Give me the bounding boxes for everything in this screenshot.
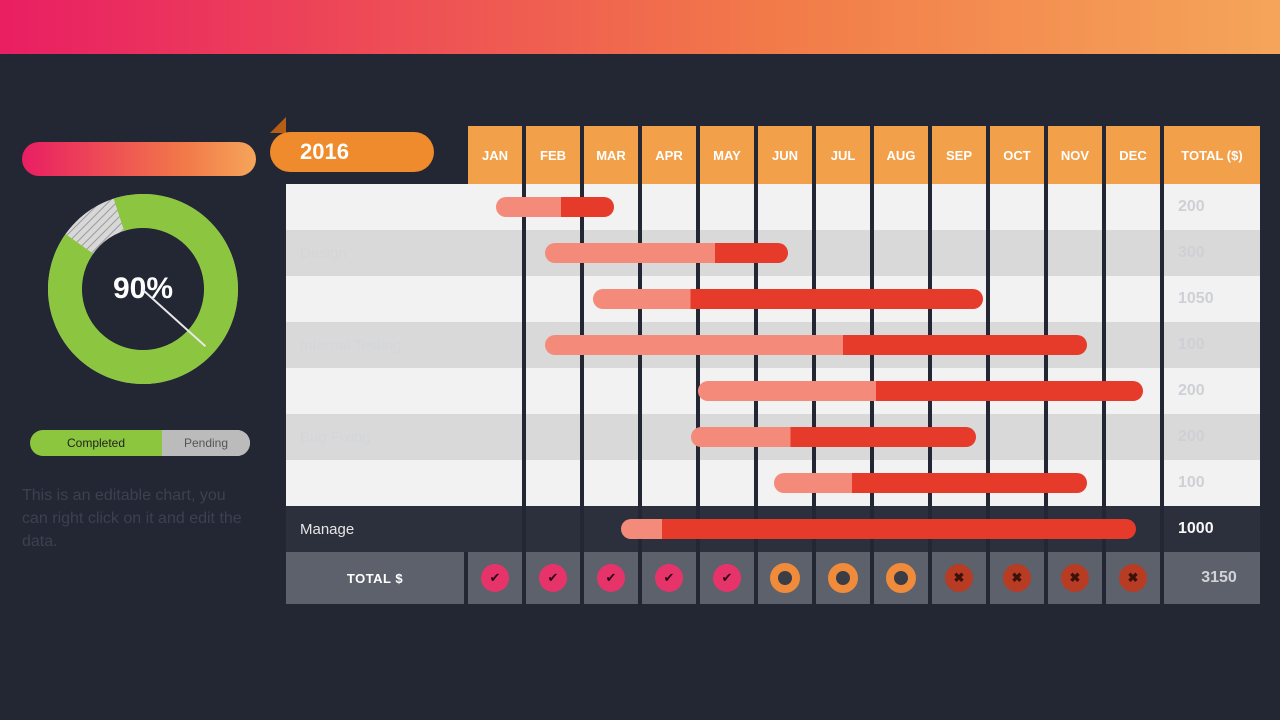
row-cells (468, 184, 1164, 230)
row-label: Internal Testing (286, 322, 468, 368)
check-icon: ✔ (655, 564, 683, 592)
top-gradient-bar (0, 0, 1280, 54)
chart-caption: This is an editable chart, you can right… (22, 484, 252, 554)
gantt-bar (774, 473, 1087, 493)
month-header: MAR (584, 126, 638, 184)
progress-ring-icon (770, 563, 800, 593)
month-status-cell: ✖ (1048, 552, 1102, 604)
year-badge: 2016 (286, 126, 468, 184)
gantt-row: Bug Fixing 200 (286, 414, 1260, 460)
row-total: 200 (1164, 184, 1260, 230)
row-total: 200 (1164, 368, 1260, 414)
gantt-header: 2016 JANFEBMARAPRMAYJUNJULAUGSEPOCTNOVDE… (286, 126, 1260, 184)
month-status-cell: ✖ (1106, 552, 1160, 604)
row-label (286, 276, 468, 322)
month-status-cell: ✔ (642, 552, 696, 604)
month-header: SEP (932, 126, 986, 184)
completion-donut: 90% (48, 194, 238, 384)
row-label (286, 368, 468, 414)
row-total: 1050 (1164, 276, 1260, 322)
month-header: JUN (758, 126, 812, 184)
row-total: 200 (1164, 414, 1260, 460)
row-label (286, 184, 468, 230)
row-label (286, 460, 468, 506)
donut-legend: Completed Pending (30, 430, 250, 456)
x-icon: ✖ (945, 564, 973, 592)
row-cells (468, 368, 1164, 414)
row-cells (468, 276, 1164, 322)
footer-label: TOTAL $ (286, 552, 464, 604)
progress-ring-icon (886, 563, 916, 593)
month-header: OCT (990, 126, 1044, 184)
legend-pending: Pending (162, 430, 250, 456)
gantt-row: Manage 1000 (286, 506, 1260, 552)
month-status-cell: ✔ (526, 552, 580, 604)
month-header: NOV (1048, 126, 1102, 184)
accent-pill (22, 142, 256, 176)
row-label: Manage (286, 506, 468, 552)
row-total: 1000 (1164, 506, 1260, 552)
gantt-row: Internal Testing 100 (286, 322, 1260, 368)
gantt-row: 1050 (286, 276, 1260, 322)
gantt-bar (621, 519, 1136, 539)
month-status-cell (874, 552, 928, 604)
month-status-cell: ✖ (990, 552, 1044, 604)
gantt-bar (545, 243, 789, 263)
row-cells (468, 414, 1164, 460)
month-header: FEB (526, 126, 580, 184)
x-icon: ✖ (1061, 564, 1089, 592)
month-status-cell (816, 552, 870, 604)
month-status-cell: ✔ (584, 552, 638, 604)
gantt-bar (496, 197, 614, 217)
row-label: Design (286, 230, 468, 276)
check-icon: ✔ (481, 564, 509, 592)
x-icon: ✖ (1003, 564, 1031, 592)
gantt-row: 100 (286, 460, 1260, 506)
check-icon: ✔ (597, 564, 625, 592)
month-header: JAN (468, 126, 522, 184)
legend-completed: Completed (30, 430, 162, 456)
gantt-row: 200 (286, 368, 1260, 414)
total-header: TOTAL ($) (1164, 126, 1260, 184)
gantt-chart: 2016 JANFEBMARAPRMAYJUNJULAUGSEPOCTNOVDE… (286, 126, 1260, 604)
gantt-row: Design 300 (286, 230, 1260, 276)
month-header: JUL (816, 126, 870, 184)
row-total: 100 (1164, 322, 1260, 368)
month-status-cell: ✔ (700, 552, 754, 604)
row-total: 300 (1164, 230, 1260, 276)
gantt-bar (691, 427, 976, 447)
row-label: Bug Fixing (286, 414, 468, 460)
row-cells (468, 506, 1164, 552)
month-header: AUG (874, 126, 928, 184)
month-status-cell: ✔ (468, 552, 522, 604)
gantt-row: 200 (286, 184, 1260, 230)
x-icon: ✖ (1119, 564, 1147, 592)
month-header: DEC (1106, 126, 1160, 184)
month-header: MAY (700, 126, 754, 184)
grand-total: 3150 (1164, 552, 1260, 604)
progress-ring-icon (828, 563, 858, 593)
gantt-bar (593, 289, 983, 309)
row-cells (468, 322, 1164, 368)
check-icon: ✔ (713, 564, 741, 592)
row-cells (468, 230, 1164, 276)
month-status-cell: ✖ (932, 552, 986, 604)
gantt-bar (698, 381, 1143, 401)
month-status-cell (758, 552, 812, 604)
gantt-bar (545, 335, 1088, 355)
row-total: 100 (1164, 460, 1260, 506)
month-header: APR (642, 126, 696, 184)
row-cells (468, 460, 1164, 506)
gantt-footer: TOTAL $ ✔ ✔ ✔ ✔ ✔ ✖ ✖ ✖ ✖ 3150 (286, 552, 1260, 604)
check-icon: ✔ (539, 564, 567, 592)
